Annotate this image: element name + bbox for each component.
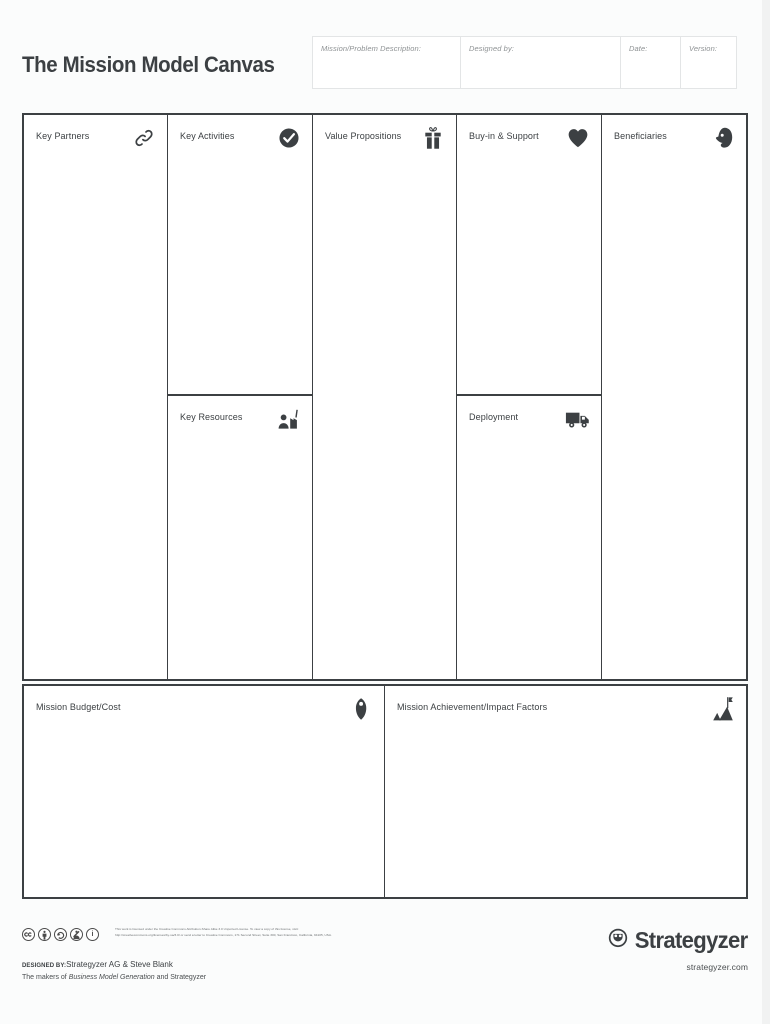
info-icon: i — [86, 928, 99, 941]
head-profile-icon — [710, 125, 736, 151]
header-meta-fields: Mission/Problem Description: Designed by… — [312, 36, 737, 89]
factory-worker-icon — [276, 406, 302, 432]
cc-by-icon — [38, 928, 51, 941]
designed-by-credit: DESIGNED BY:Strategyzer AG & Steve Blank — [22, 960, 173, 969]
strategyzer-logo: Strategyzer — [608, 927, 749, 954]
canvas-block-mission-budget-cost[interactable]: Mission Budget/Cost — [24, 686, 385, 897]
price-tag-icon — [348, 696, 374, 722]
canvas-column-key-activities-resources: Key Activities Key Resources — [168, 115, 313, 679]
strategyzer-url[interactable]: strategyzer.com — [608, 962, 748, 972]
canvas-column-key-partners: Key Partners — [24, 115, 169, 679]
strategyzer-owl-icon — [608, 928, 628, 953]
version-label: Version: — [689, 44, 718, 53]
page-title: The Mission Model Canvas — [22, 52, 275, 77]
canvas-header: The Mission Model Canvas Mission/Problem… — [22, 36, 748, 96]
canvas-block-buy-in-support[interactable]: Buy-in & Support — [457, 115, 601, 396]
check-circle-icon — [276, 125, 302, 151]
makers-credit: The makers of Business Model Generation … — [22, 974, 206, 981]
mission-description-field[interactable]: Mission/Problem Description: — [312, 36, 460, 89]
canvas-block-value-propositions[interactable]: Value Propositions — [313, 115, 456, 679]
mission-model-canvas-page: The Mission Model Canvas Mission/Problem… — [0, 0, 770, 1024]
canvas-bottom-band: Mission Budget/Cost Mission Achievement/… — [22, 684, 748, 899]
canvas-column-value-propositions: Value Propositions — [313, 115, 458, 679]
canvas-main-grid: Key Partners Key Activities Key Resource… — [22, 113, 748, 681]
canvas-block-deployment[interactable]: Deployment — [457, 396, 600, 679]
makers-suffix: and Strategyzer — [154, 974, 207, 981]
heart-icon — [565, 125, 591, 151]
canvas-block-beneficiaries[interactable]: Beneficiaries — [602, 115, 746, 679]
canvas-block-key-partners[interactable]: Key Partners — [24, 115, 167, 679]
makers-prefix: The makers of — [22, 974, 69, 981]
canvas-column-beneficiaries: Beneficiaries — [602, 115, 746, 679]
mountain-flag-icon — [710, 696, 736, 722]
designed-by-value: Strategyzer AG & Steve Blank — [66, 960, 173, 969]
delivery-truck-icon — [565, 406, 591, 432]
strategyzer-wordmark: Strategyzer — [635, 927, 749, 953]
license-notice: This work is licensed under the Creative… — [115, 927, 375, 938]
date-field[interactable]: Date: — [620, 36, 680, 89]
designed-by-field[interactable]: Designed by: — [460, 36, 620, 89]
strategyzer-brand[interactable]: Strategyzer strategyzer.com — [608, 927, 749, 972]
canvas-column-buyin-deployment: Buy-in & Support Deployment — [457, 115, 602, 679]
canvas-block-key-resources[interactable]: Key Resources — [168, 396, 311, 679]
canvas-block-key-activities[interactable]: Key Activities — [168, 115, 312, 396]
cc-sa-icon — [54, 928, 67, 941]
canvas-block-mission-achievement[interactable]: Mission Achievement/Impact Factors — [385, 686, 746, 897]
creative-commons-badges: i — [22, 928, 99, 941]
designed-by-prefix: DESIGNED BY: — [22, 963, 67, 969]
designed-by-label: Designed by: — [469, 44, 514, 53]
version-field[interactable]: Version: — [680, 36, 737, 89]
mission-budget-cost-label: Mission Budget/Cost — [36, 702, 121, 713]
cc-icon — [22, 928, 35, 941]
page-edge-strip — [762, 0, 770, 1024]
mission-description-label: Mission/Problem Description: — [321, 44, 421, 53]
chain-link-icon — [131, 125, 157, 151]
makers-book-title: Business Model Generation — [68, 974, 155, 981]
mission-achievement-label: Mission Achievement/Impact Factors — [397, 702, 548, 713]
canvas-footer: i This work is licensed under the Creati… — [22, 925, 749, 995]
date-label: Date: — [629, 44, 648, 53]
license-line-2: http://creativecommons.org/licenses/by-s… — [115, 932, 332, 937]
cc-nc-icon — [70, 928, 83, 941]
gift-icon — [420, 125, 446, 151]
